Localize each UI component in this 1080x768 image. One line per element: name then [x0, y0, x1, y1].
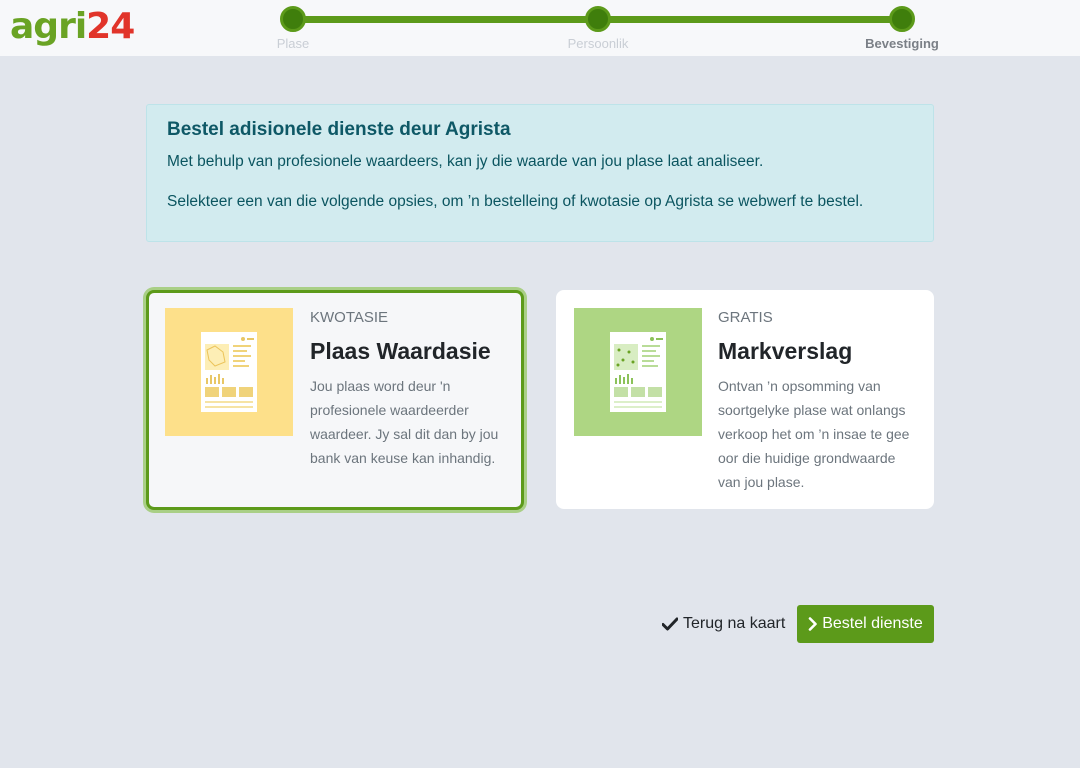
info-alert: Bestel adisionele dienste deur Agrista M…	[146, 104, 934, 242]
card-description: Ontvan ’n opsomming van soortgelyke plas…	[718, 378, 910, 490]
info-paragraph-1: Met behulp van profesionele waardeers, k…	[167, 153, 764, 170]
step-1-dot	[280, 6, 306, 32]
back-button-label: Terug na kaart	[683, 615, 786, 632]
info-title: Bestel adisionele dienste deur Agrista	[167, 119, 511, 140]
service-card-markverslag[interactable]: GRATIS Markverslag Ontvan ’n opsomming v…	[556, 290, 934, 509]
chevron-right-icon	[808, 617, 818, 631]
card-title: Markverslag	[718, 338, 853, 364]
card-body: KWOTASIE Plaas Waardasie Jou plaas word …	[310, 308, 510, 470]
valuation-report-image	[165, 308, 293, 436]
market-report-image	[574, 308, 702, 436]
step-1-label: Plase	[276, 36, 310, 51]
card-body: GRATIS Markverslag Ontvan ’n opsomming v…	[718, 308, 918, 494]
step-2-dot	[585, 6, 611, 32]
back-to-map-button[interactable]: Terug na kaart	[662, 606, 785, 642]
info-paragraph-2: Selekteer een van die volgende opsies, o…	[167, 193, 864, 210]
report-document-icon	[201, 332, 257, 412]
report-document-icon	[610, 332, 666, 412]
step-3-label: Bevestiging	[865, 36, 939, 51]
check-icon	[662, 617, 678, 631]
service-card-plaas-waardasie[interactable]: KWOTASIE Plaas Waardasie Jou plaas word …	[146, 290, 524, 510]
card-kicker: GRATIS	[718, 309, 773, 326]
card-description: Jou plaas word deur 'n profesionele waar…	[310, 378, 499, 466]
card-kicker: KWOTASIE	[310, 309, 389, 326]
order-services-button[interactable]: Bestel dienste	[797, 605, 934, 643]
card-title: Plaas Waardasie	[310, 338, 491, 364]
top-header: agri24 Plase Persoonlik Bevestiging	[0, 0, 1080, 56]
step-3-dot	[889, 6, 915, 32]
order-button-label: Bestel dienste	[822, 615, 923, 632]
step-2-label: Persoonlik	[567, 36, 629, 51]
progress-stepper: Plase Persoonlik Bevestiging	[0, 0, 1080, 56]
